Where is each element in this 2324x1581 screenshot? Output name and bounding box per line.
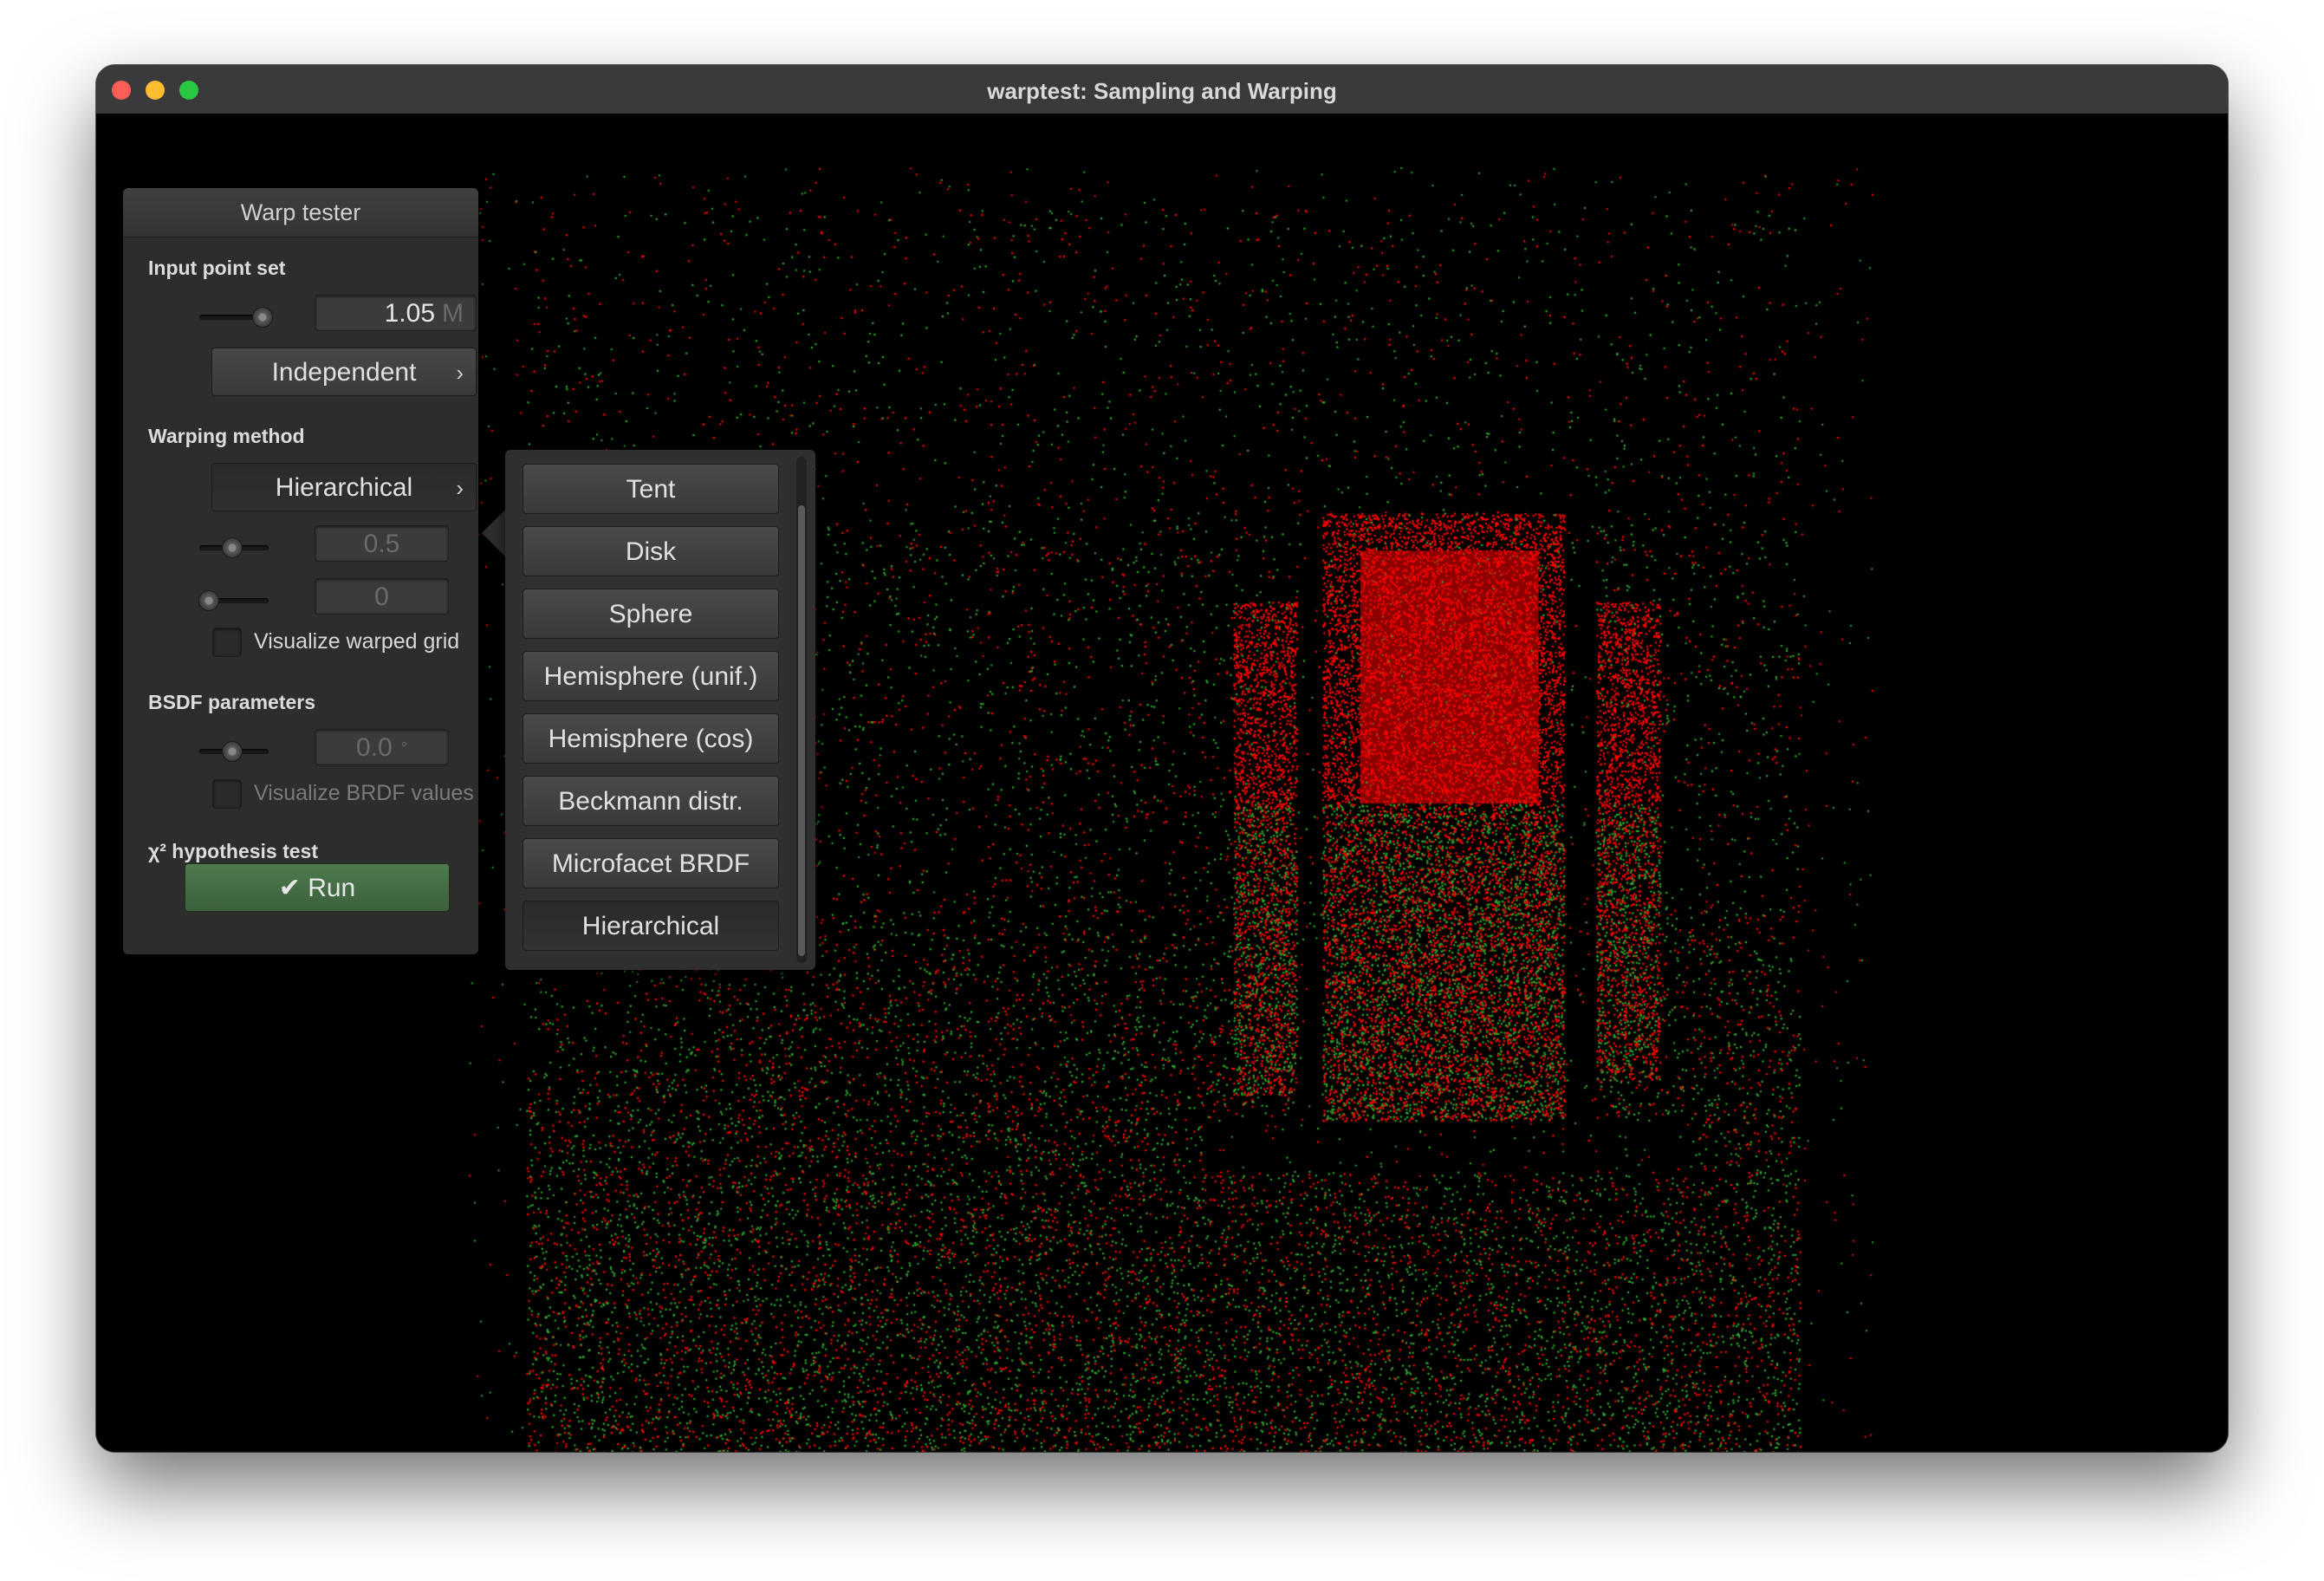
- warping-method-button[interactable]: Hierarchical ›: [211, 463, 477, 511]
- chevron-right-icon: ›: [456, 475, 464, 501]
- method-option-hemisphere-unif[interactable]: Hemisphere (unif.): [523, 651, 779, 701]
- point-count-field[interactable]: 1.05 M: [315, 295, 477, 331]
- warp-parameter-slider[interactable]: [199, 535, 269, 561]
- slider-knob[interactable]: [222, 537, 243, 558]
- method-option-hierarchical[interactable]: Hierarchical: [523, 901, 779, 951]
- app-window: warptest: Sampling and Warping Warp test…: [96, 65, 2228, 1452]
- panel-title[interactable]: Warp tester: [123, 188, 478, 237]
- visualize-brdf-label: Visualize BRDF values: [254, 781, 474, 805]
- slider-knob[interactable]: [222, 741, 243, 762]
- popup-pointer: [482, 509, 506, 557]
- point-generator-label: Independent: [271, 358, 417, 387]
- chevron-right-icon: ›: [456, 360, 464, 386]
- bsdf-angle-field[interactable]: 0.0 °: [315, 729, 449, 765]
- slider-knob[interactable]: [198, 590, 219, 611]
- method-option-disk[interactable]: Disk: [523, 526, 779, 576]
- popup-scrollbar-thumb[interactable]: [798, 505, 805, 956]
- method-option-beckmann[interactable]: Beckmann distr.: [523, 776, 779, 826]
- warp-parameter2-field[interactable]: 0: [315, 578, 449, 615]
- point-generator-button[interactable]: Independent ›: [211, 348, 477, 396]
- method-option-hemisphere-cos[interactable]: Hemisphere (cos): [523, 713, 779, 764]
- warp-tester-panel: Warp tester Input point set 1.05 M Indepe…: [123, 188, 478, 954]
- warping-method-label: Warping method: [148, 425, 305, 447]
- method-option-microfacet-brdf[interactable]: Microfacet BRDF: [523, 838, 779, 888]
- bsdf-parameters-label: BSDF parameters: [148, 691, 316, 713]
- window-title: warptest: Sampling and Warping: [987, 78, 1337, 104]
- hypothesis-test-label: χ² hypothesis test: [148, 840, 318, 862]
- slider-knob[interactable]: [252, 307, 273, 328]
- bsdf-angle-unit: °: [400, 739, 407, 757]
- warping-method-value: Hierarchical: [275, 473, 413, 502]
- method-option-tent[interactable]: Tent: [523, 464, 779, 514]
- point-count-value: 1.05: [384, 299, 435, 328]
- popup-scrollbar[interactable]: [796, 457, 807, 963]
- warp-parameter2-slider[interactable]: [198, 588, 269, 614]
- checkbox-box[interactable]: [212, 628, 242, 657]
- bsdf-angle-slider[interactable]: [199, 738, 269, 764]
- visualize-warped-grid-label: Visualize warped grid: [254, 629, 460, 654]
- method-option-sphere[interactable]: Sphere: [523, 589, 779, 639]
- point-count-unit: M: [442, 299, 464, 328]
- run-test-button[interactable]: ✔ Run: [185, 863, 450, 912]
- title-bar: warptest: Sampling and Warping: [96, 65, 2228, 114]
- point-visualization[interactable]: Warp tester Input point set 1.05 M Indepe…: [96, 114, 2228, 1452]
- checkbox-box[interactable]: [212, 779, 242, 809]
- bsdf-angle-value: 0.0: [356, 733, 393, 762]
- point-count-slider[interactable]: [199, 304, 273, 330]
- warping-method-popup: Tent Disk Sphere Hemisphere (unif.) Hemi…: [505, 450, 815, 970]
- input-point-set-label: Input point set: [148, 257, 286, 279]
- warp-parameter-field[interactable]: 0.5: [315, 525, 449, 562]
